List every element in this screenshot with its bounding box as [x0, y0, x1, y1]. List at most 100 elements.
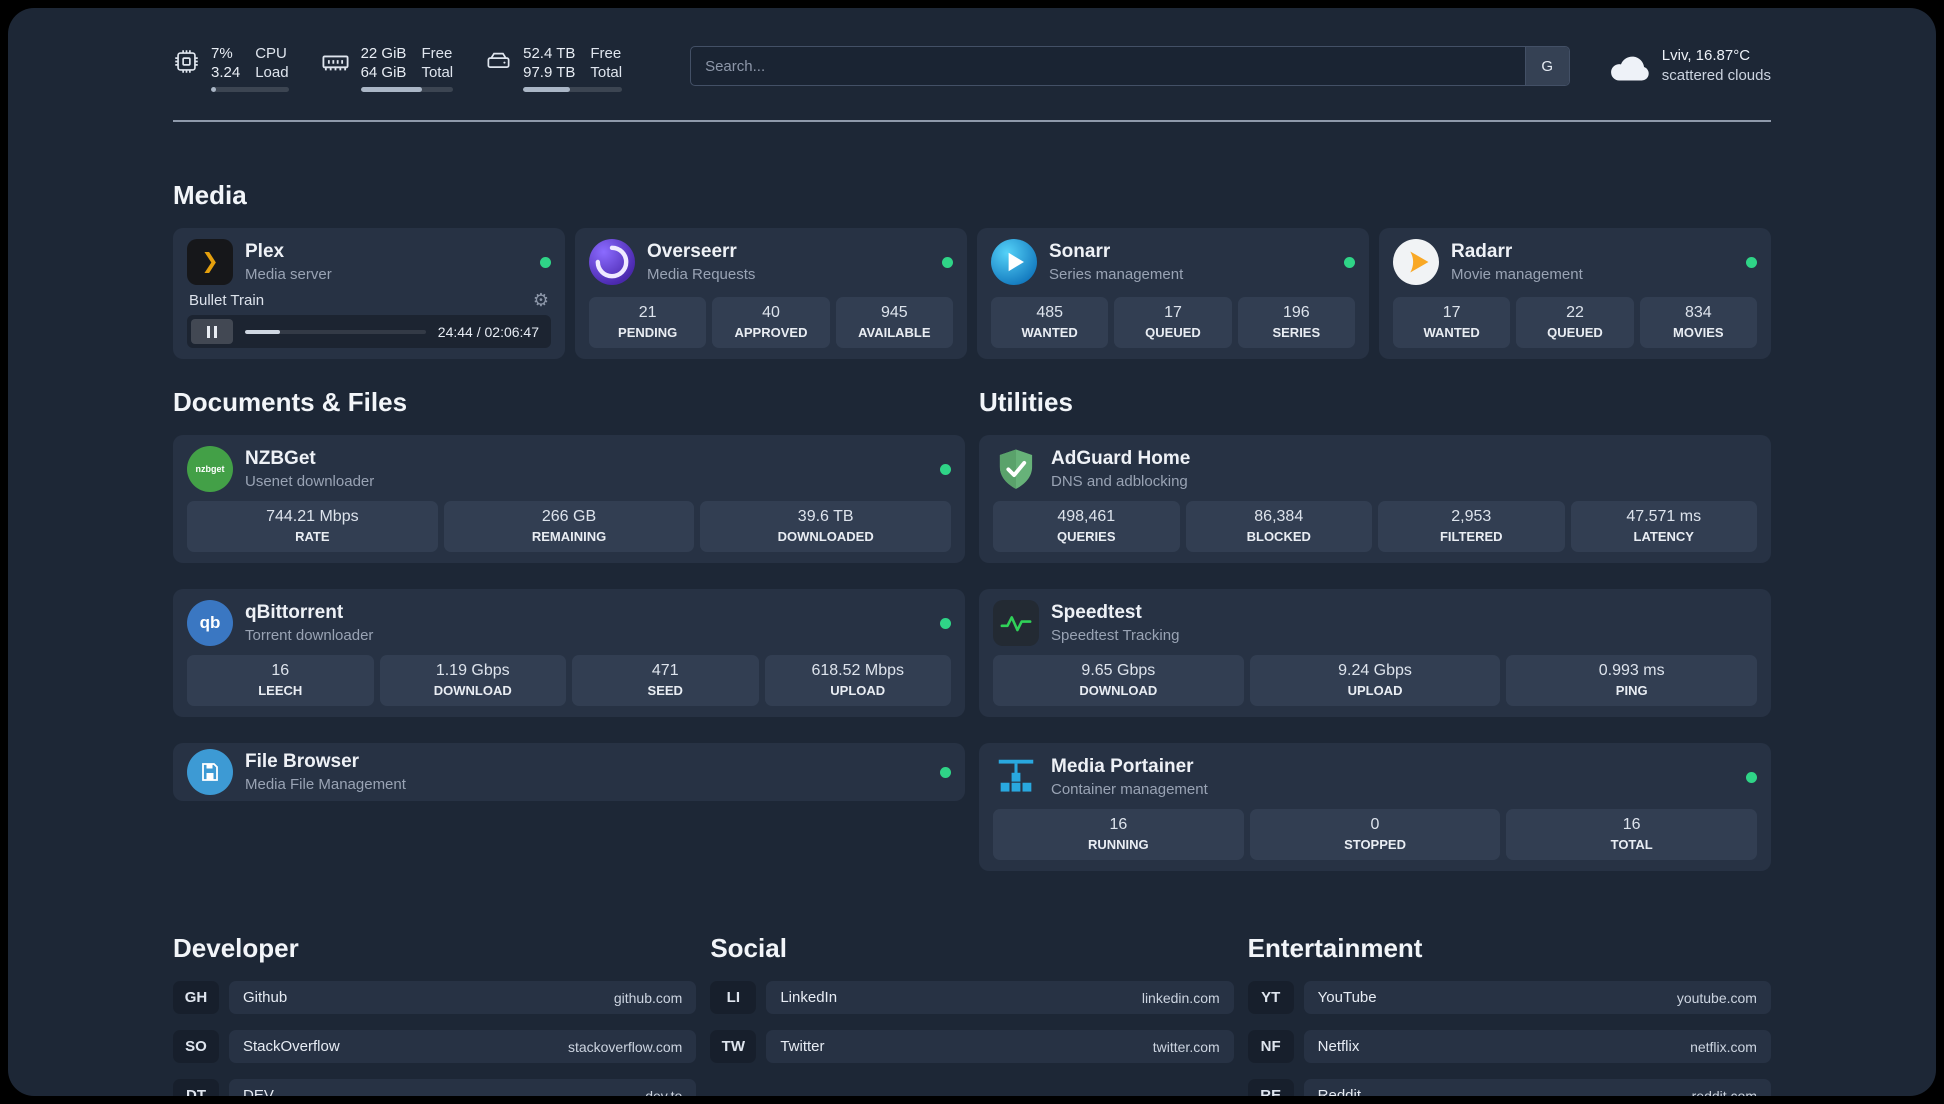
- bookmark-dev[interactable]: DT DEV dev.to: [173, 1079, 697, 1097]
- memory-progress-bar: [360, 87, 454, 92]
- radarr-icon: [1393, 239, 1439, 285]
- stat-download: 9.65 Gbps DOWNLOAD: [993, 655, 1244, 706]
- gear-icon[interactable]: ⚙: [533, 291, 549, 309]
- portainer-icon: [993, 754, 1039, 800]
- service-card-filebrowser[interactable]: File Browser Media File Management: [173, 743, 965, 801]
- section-documents: Documents & Files nzbget NZBGet Usenet d…: [173, 385, 965, 871]
- section-title-documents: Documents & Files: [173, 387, 408, 417]
- bookmark-youtube[interactable]: YT YouTube youtube.com: [1247, 981, 1771, 1014]
- weather-widget: Lviv, 16.87°C scattered clouds: [1606, 46, 1771, 86]
- plex-icon: ❯: [187, 239, 233, 285]
- bookmark-abbr: NF: [1247, 1030, 1294, 1063]
- stat-wanted: 485 WANTED: [991, 297, 1109, 348]
- player-controls: 24:44 / 02:06:47: [187, 315, 551, 348]
- bookmark-abbr: YT: [1247, 981, 1294, 1014]
- status-dot: [1746, 256, 1757, 268]
- pause-button[interactable]: [191, 319, 233, 344]
- disk-total: 97.9 TB: [523, 64, 576, 81]
- bookmark-url: youtube.com: [1676, 989, 1757, 1006]
- section-media: Media ❯ Plex Media server Bullet Train ⚙…: [173, 178, 1771, 359]
- search-provider-button[interactable]: G: [1524, 47, 1569, 85]
- bookmark-label: Github: [243, 989, 288, 1006]
- stat-queries: 498,461 QUERIES: [993, 501, 1180, 552]
- service-card-radarr[interactable]: Radarr Movie management 17 WANTED 22 QUE…: [1379, 228, 1771, 359]
- service-subtitle: Torrent downloader: [245, 627, 374, 644]
- search-input[interactable]: [690, 46, 1570, 86]
- bookmark-github[interactable]: GH Github github.com: [173, 981, 697, 1014]
- overseerr-icon: [589, 239, 635, 285]
- stat-remaining: 266 GB REMAINING: [443, 501, 695, 552]
- playback-progress-bar[interactable]: [245, 329, 426, 334]
- service-card-plex[interactable]: ❯ Plex Media server Bullet Train ⚙ 24:44…: [173, 228, 565, 359]
- speedtest-icon: [993, 600, 1039, 646]
- disk-total-label: Total: [590, 64, 623, 81]
- bookmark-twitter[interactable]: TW Twitter twitter.com: [710, 1030, 1234, 1063]
- service-card-nzbget[interactable]: nzbget NZBGet Usenet downloader 744.21 M…: [173, 435, 965, 563]
- memory-widget: 22 GiB 64 GiB Free Total: [321, 44, 454, 92]
- cpu-progress-bar: [211, 87, 289, 92]
- stat-queued: 17 QUEUED: [1114, 297, 1232, 348]
- nzbget-icon: nzbget: [187, 446, 233, 492]
- stat-leech: 16 LEECH: [187, 655, 374, 706]
- bookmark-url: dev.to: [645, 1087, 683, 1097]
- stat-total: 16 TOTAL: [1506, 809, 1758, 860]
- service-card-adguard[interactable]: AdGuard Home DNS and adblocking 498,461 …: [979, 435, 1771, 563]
- stat-seed: 471 SEED: [572, 655, 759, 706]
- service-card-portainer[interactable]: Media Portainer Container management 16 …: [979, 743, 1771, 871]
- stat-ping: 0.993 ms PING: [1506, 655, 1758, 706]
- stat-series: 196 SERIES: [1237, 297, 1355, 348]
- service-name: Plex: [245, 241, 285, 262]
- bookmark-reddit[interactable]: RE Reddit reddit.com: [1247, 1079, 1771, 1096]
- service-card-sonarr[interactable]: Sonarr Series management 485 WANTED 17 Q…: [977, 228, 1369, 359]
- stat-pending: 21 PENDING: [589, 297, 707, 348]
- playback-time: 24:44 / 02:06:47: [437, 323, 539, 340]
- section-utilities: Utilities AdGuard Home DNS and adblockin…: [979, 385, 1771, 871]
- stat-download: 1.19 Gbps DOWNLOAD: [379, 655, 566, 706]
- bookmark-label: YouTube: [1317, 989, 1377, 1006]
- memory-icon: [321, 48, 350, 77]
- cpu-widget: 7% 3.24 CPU Load: [173, 44, 289, 92]
- cpu-load: 3.24: [211, 64, 241, 81]
- bookmark-label: Reddit: [1317, 1087, 1362, 1096]
- bookmark-linkedin[interactable]: LI LinkedIn linkedin.com: [710, 981, 1234, 1014]
- bookmark-group-social: Social LI LinkedIn linkedin.com TW Twitt…: [710, 931, 1234, 1096]
- cpu-icon: [173, 48, 200, 75]
- bookmark-abbr: DT: [173, 1079, 219, 1096]
- bookmark-label: StackOverflow: [243, 1038, 340, 1055]
- service-subtitle: DNS and adblocking: [1051, 473, 1188, 490]
- stat-movies: 834 MOVIES: [1639, 297, 1757, 348]
- filebrowser-icon: [187, 749, 233, 795]
- bookmark-stackoverflow[interactable]: SO StackOverflow stackoverflow.com: [173, 1030, 697, 1063]
- bookmark-netflix[interactable]: NF Netflix netflix.com: [1247, 1030, 1771, 1063]
- stat-approved: 40 APPROVED: [712, 297, 830, 348]
- memory-total-label: Total: [421, 64, 454, 81]
- service-subtitle: Media File Management: [245, 776, 406, 793]
- stat-stopped: 0 STOPPED: [1249, 809, 1501, 860]
- status-dot: [940, 766, 951, 778]
- service-subtitle: Media Requests: [647, 266, 756, 283]
- bookmark-label: Netflix: [1317, 1038, 1360, 1055]
- section-title-entertainment: Entertainment: [1247, 933, 1423, 963]
- bookmark-url: stackoverflow.com: [567, 1038, 683, 1055]
- bookmark-group-entertainment: Entertainment YT YouTube youtube.com NF …: [1247, 931, 1771, 1096]
- stat-queued: 22 QUEUED: [1516, 297, 1634, 348]
- stat-latency: 47.571 ms LATENCY: [1570, 501, 1757, 552]
- disk-widget: 52.4 TB 97.9 TB Free Total: [485, 44, 623, 92]
- service-card-overseerr[interactable]: Overseerr Media Requests 21 PENDING 40 A…: [575, 228, 967, 359]
- stat-blocked: 86,384 BLOCKED: [1185, 501, 1372, 552]
- sonarr-icon: [991, 239, 1037, 285]
- service-card-speedtest[interactable]: Speedtest Speedtest Tracking 9.65 Gbps D…: [979, 589, 1771, 717]
- stat-rate: 744.21 Mbps RATE: [187, 501, 438, 552]
- service-name: Overseerr: [647, 241, 737, 262]
- bookmark-abbr: TW: [710, 1030, 757, 1063]
- bookmark-url: twitter.com: [1152, 1038, 1220, 1055]
- bookmark-abbr: RE: [1247, 1079, 1294, 1096]
- stat-upload: 9.24 Gbps UPLOAD: [1249, 655, 1501, 706]
- service-card-qbittorrent[interactable]: qb qBittorrent Torrent downloader 16 LEE…: [173, 589, 965, 717]
- bookmark-label: DEV: [243, 1087, 274, 1096]
- service-name: Speedtest: [1051, 602, 1142, 623]
- status-dot: [942, 256, 953, 268]
- bookmark-label: LinkedIn: [780, 989, 838, 1006]
- bookmark-abbr: LI: [710, 981, 757, 1014]
- stat-upload: 618.52 Mbps UPLOAD: [764, 655, 951, 706]
